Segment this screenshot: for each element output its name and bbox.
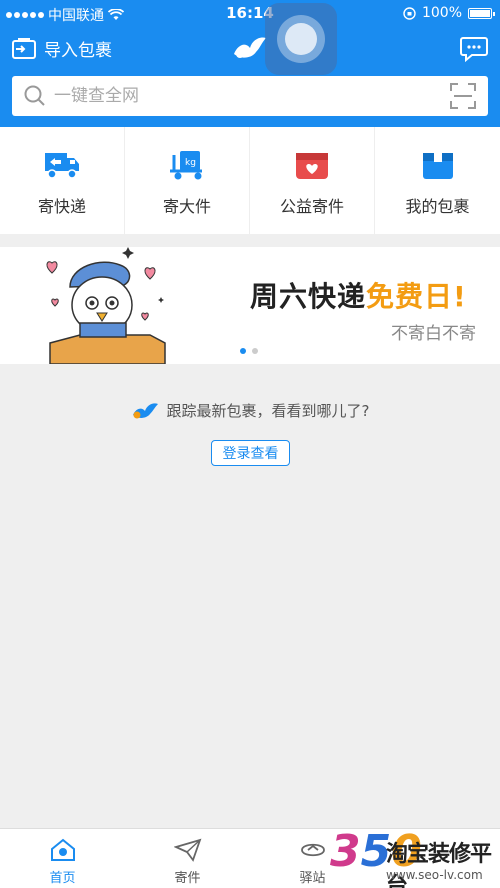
- quick-item-label: 我的包裹: [405, 197, 470, 216]
- app-header: 中国联通 16:14 100% 导入包裹: [0, 0, 500, 127]
- quick-item-label: 寄大件: [162, 197, 211, 216]
- banner-pager: [240, 348, 258, 354]
- quick-item-charity[interactable]: 公益寄件: [250, 127, 375, 234]
- orientation-lock-icon: [403, 6, 416, 20]
- status-bar: 中国联通 16:14 100%: [0, 0, 500, 28]
- truck-icon: [45, 153, 79, 179]
- tab-send[interactable]: 寄件: [125, 829, 250, 888]
- nav-row: 导入包裹: [0, 28, 500, 68]
- battery-icon: [468, 7, 495, 19]
- message-icon[interactable]: [460, 36, 488, 62]
- search-icon: [24, 85, 45, 106]
- cart-kg-icon: kg: [170, 151, 202, 180]
- svg-text:kg: kg: [185, 158, 196, 168]
- charity-box-icon: [296, 153, 328, 179]
- bird-mascot-illustration: [46, 247, 166, 364]
- bird-logo-icon: [132, 402, 158, 418]
- quick-item-label: 公益寄件: [279, 197, 344, 216]
- watermark-url: www.seo-lv.com: [386, 868, 483, 882]
- scan-icon[interactable]: [450, 83, 476, 109]
- quick-item-label: 寄快递: [37, 197, 86, 216]
- station-icon: [300, 843, 325, 857]
- pager-dot: [252, 348, 258, 354]
- quick-menu: 寄快递 kg 寄大件 公益寄件 我的包裹: [0, 127, 500, 234]
- package-icon: [422, 153, 453, 179]
- banner-subtitle: 不寄白不寄: [391, 324, 476, 344]
- paper-plane-icon: [173, 838, 201, 862]
- watermark: 350 淘宝装修平台 www.seo-lv.com: [330, 830, 500, 888]
- battery-percent: 100%: [421, 5, 462, 21]
- quick-item-send-large[interactable]: kg 寄大件: [125, 127, 250, 234]
- quick-item-my-packages[interactable]: 我的包裹: [375, 127, 500, 234]
- track-prompt: 跟踪最新包裹，看看到哪儿了?: [0, 400, 500, 425]
- assistive-touch-button[interactable]: [265, 3, 337, 75]
- quick-item-send-express[interactable]: 寄快递: [0, 127, 125, 234]
- search-bar[interactable]: [12, 76, 488, 116]
- tab-home[interactable]: 首页: [0, 829, 125, 888]
- search-input[interactable]: [54, 86, 450, 106]
- import-icon: [12, 37, 36, 59]
- pager-dot-active: [240, 348, 246, 354]
- banner-title: 周六快递免费日!: [250, 280, 467, 313]
- import-label: 导入包裹: [44, 41, 112, 61]
- bird-logo-icon: [234, 37, 266, 58]
- login-view-button[interactable]: 登录查看: [211, 440, 290, 466]
- promo-banner[interactable]: 周六快递免费日! 不寄白不寄: [0, 247, 500, 364]
- home-icon: [50, 838, 75, 861]
- track-text: 跟踪最新包裹，看看到哪儿了?: [166, 402, 370, 420]
- import-package-button[interactable]: 导入包裹: [12, 36, 112, 61]
